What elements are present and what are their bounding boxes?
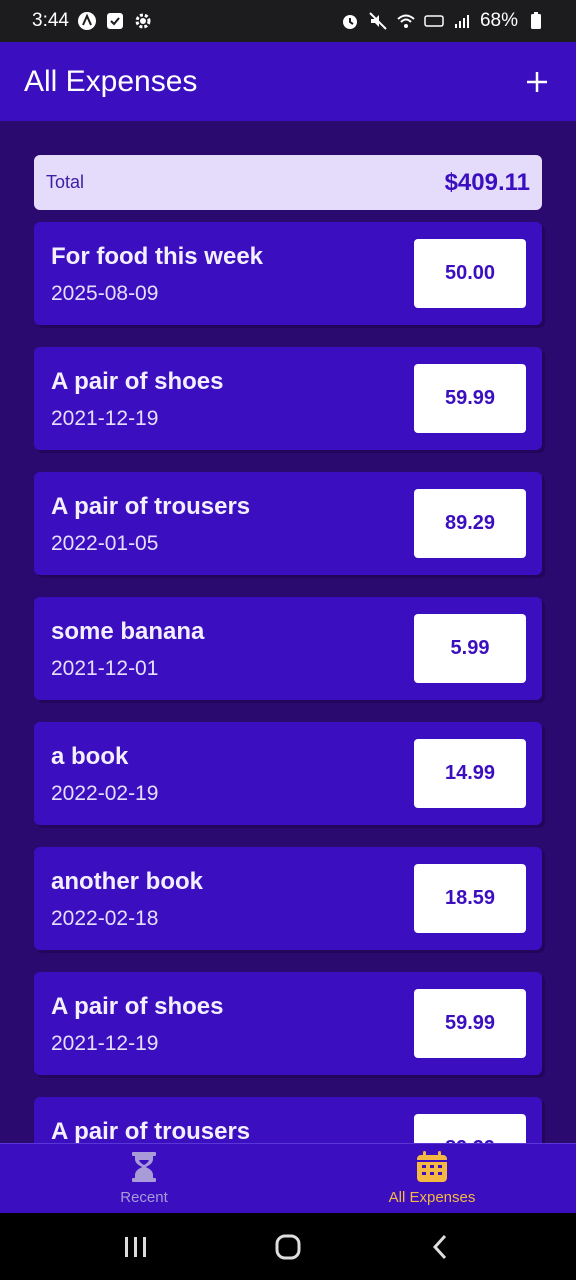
mute-icon bbox=[368, 11, 388, 31]
add-expense-button[interactable] bbox=[522, 67, 552, 97]
recents-icon bbox=[125, 1236, 146, 1257]
expense-description: A pair of trousers bbox=[51, 493, 251, 520]
expense-amount: 59.99 bbox=[414, 989, 526, 1058]
expense-amount: 59.99 bbox=[414, 364, 526, 433]
recents-button[interactable] bbox=[116, 1227, 156, 1267]
expense-item[interactable]: A pair of trousers 2022-01-05 89.29 bbox=[34, 472, 542, 575]
expense-description: A pair of shoes bbox=[51, 368, 224, 395]
expense-date: 2021-12-19 bbox=[51, 407, 159, 430]
expense-description: a book bbox=[51, 743, 129, 770]
expense-item[interactable]: For food this week 2025-08-09 50.00 bbox=[34, 222, 542, 325]
expense-date: 2022-02-19 bbox=[51, 782, 159, 805]
back-icon bbox=[432, 1234, 447, 1259]
expense-date: 2021-12-19 bbox=[51, 1032, 159, 1055]
page-title: All Expenses bbox=[24, 64, 198, 98]
expense-amount: 14.99 bbox=[414, 739, 526, 808]
expenses-content[interactable]: Total $409.11 For food this week 2025-08… bbox=[0, 122, 576, 1143]
app-header: All Expenses bbox=[0, 42, 576, 122]
battery-percent: 68% bbox=[479, 10, 518, 31]
expense-item[interactable]: some banana 2021-12-01 5.99 bbox=[34, 597, 542, 700]
app-notification-icon bbox=[77, 11, 97, 31]
expense-amount: 18.59 bbox=[414, 864, 526, 933]
checkbox-notification-icon bbox=[105, 11, 125, 31]
status-time: 3:44 bbox=[32, 10, 69, 31]
home-button[interactable] bbox=[268, 1227, 308, 1267]
home-icon bbox=[275, 1234, 301, 1259]
system-navigation-bar bbox=[0, 1213, 576, 1280]
settings-notification-icon bbox=[133, 11, 153, 31]
back-button[interactable] bbox=[420, 1227, 460, 1267]
expense-item[interactable]: A pair of shoes 2021-12-19 59.99 bbox=[34, 972, 542, 1075]
plus-icon bbox=[527, 71, 547, 92]
expense-item[interactable]: A pair of trousers 89.29 bbox=[34, 1097, 542, 1143]
tab-recent-label: Recent bbox=[120, 1189, 168, 1206]
expense-amount: 89.29 bbox=[414, 1114, 526, 1143]
expense-date: 2022-01-05 bbox=[51, 532, 159, 555]
tab-recent[interactable]: Recent bbox=[0, 1144, 288, 1213]
hourglass-icon bbox=[132, 1152, 156, 1182]
total-summary: Total $409.11 bbox=[34, 155, 542, 210]
alarm-icon bbox=[340, 11, 360, 31]
total-label: Total bbox=[46, 172, 85, 192]
expense-date: 2021-12-01 bbox=[51, 657, 159, 680]
expense-description: some banana bbox=[51, 618, 205, 645]
expense-description: another book bbox=[51, 868, 204, 895]
expense-description: A pair of shoes bbox=[51, 993, 224, 1020]
calendar-icon bbox=[417, 1151, 447, 1182]
signal-icon bbox=[452, 11, 472, 31]
expense-description: For food this week bbox=[51, 243, 264, 270]
expense-item[interactable]: A pair of shoes 2021-12-19 59.99 bbox=[34, 347, 542, 450]
expense-amount: 89.29 bbox=[414, 489, 526, 558]
volte-icon bbox=[424, 11, 444, 31]
tab-all-expenses[interactable]: All Expenses bbox=[288, 1144, 576, 1213]
expense-amount: 5.99 bbox=[414, 614, 526, 683]
expense-date: 2025-08-09 bbox=[51, 282, 159, 305]
bottom-navigation: Recent All Expenses bbox=[0, 1143, 576, 1213]
status-bar: 3:44 68% bbox=[0, 0, 576, 42]
expense-item[interactable]: another book 2022-02-18 18.59 bbox=[34, 847, 542, 950]
expense-date: 2022-02-18 bbox=[51, 907, 159, 930]
expense-amount: 50.00 bbox=[414, 239, 526, 308]
battery-icon bbox=[526, 11, 546, 31]
expense-item[interactable]: a book 2022-02-19 14.99 bbox=[34, 722, 542, 825]
tab-all-expenses-label: All Expenses bbox=[388, 1189, 476, 1206]
total-value: $409.11 bbox=[444, 168, 530, 196]
expense-description: A pair of trousers bbox=[51, 1118, 251, 1143]
wifi-icon bbox=[396, 11, 416, 31]
